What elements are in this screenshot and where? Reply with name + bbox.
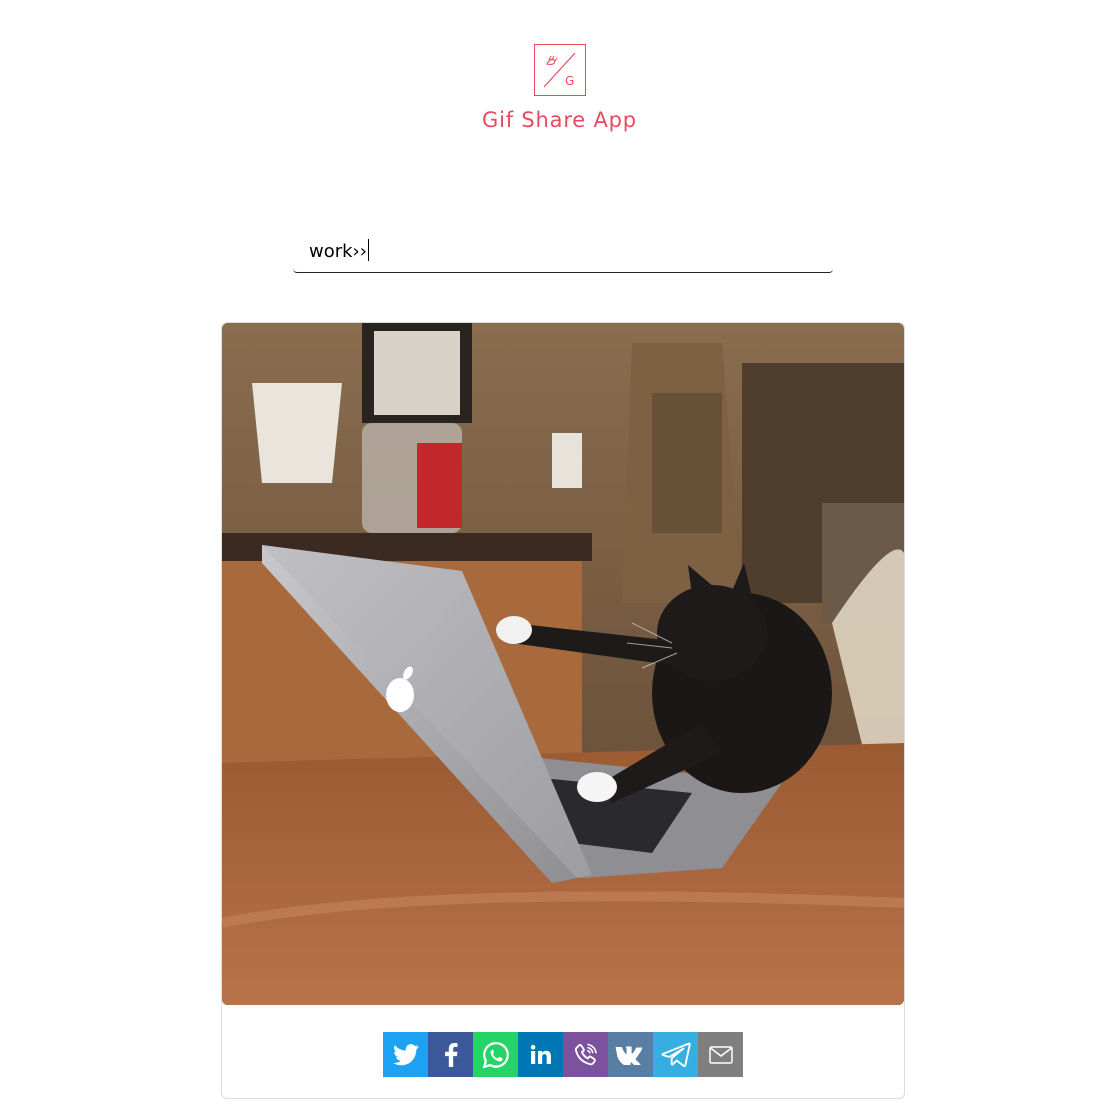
search-input[interactable]: work›› — [309, 239, 369, 262]
app-logo[interactable]: G — [533, 44, 586, 96]
share-whatsapp-button[interactable] — [473, 1032, 518, 1077]
email-icon — [708, 1045, 733, 1064]
viber-icon — [574, 1043, 597, 1065]
cat-laptop-gif-icon — [222, 323, 904, 1005]
logo-mark-icon: G — [543, 52, 575, 88]
linkedin-icon — [530, 1044, 551, 1064]
telegram-icon — [661, 1042, 691, 1067]
share-bar — [383, 1032, 743, 1077]
share-twitter-button[interactable] — [383, 1032, 428, 1077]
facebook-icon — [444, 1042, 458, 1067]
text-caret — [367, 239, 369, 261]
twitter-icon — [392, 1043, 419, 1065]
share-viber-button[interactable] — [563, 1032, 608, 1077]
share-facebook-button[interactable] — [428, 1032, 473, 1077]
share-telegram-button[interactable] — [653, 1032, 698, 1077]
page: G Gif Share App work›› — [0, 0, 1119, 1119]
search-field[interactable]: work›› — [293, 232, 833, 273]
share-vk-button[interactable] — [608, 1032, 653, 1077]
vk-icon — [615, 1046, 642, 1065]
svg-text:G: G — [565, 74, 574, 88]
share-email-button[interactable] — [698, 1032, 743, 1077]
share-linkedin-button[interactable] — [518, 1032, 563, 1077]
gif-card — [221, 322, 905, 1099]
header: G Gif Share App — [0, 44, 1119, 132]
app-title: Gif Share App — [482, 108, 637, 132]
gif-image[interactable] — [222, 323, 904, 1005]
whatsapp-icon — [482, 1041, 509, 1068]
